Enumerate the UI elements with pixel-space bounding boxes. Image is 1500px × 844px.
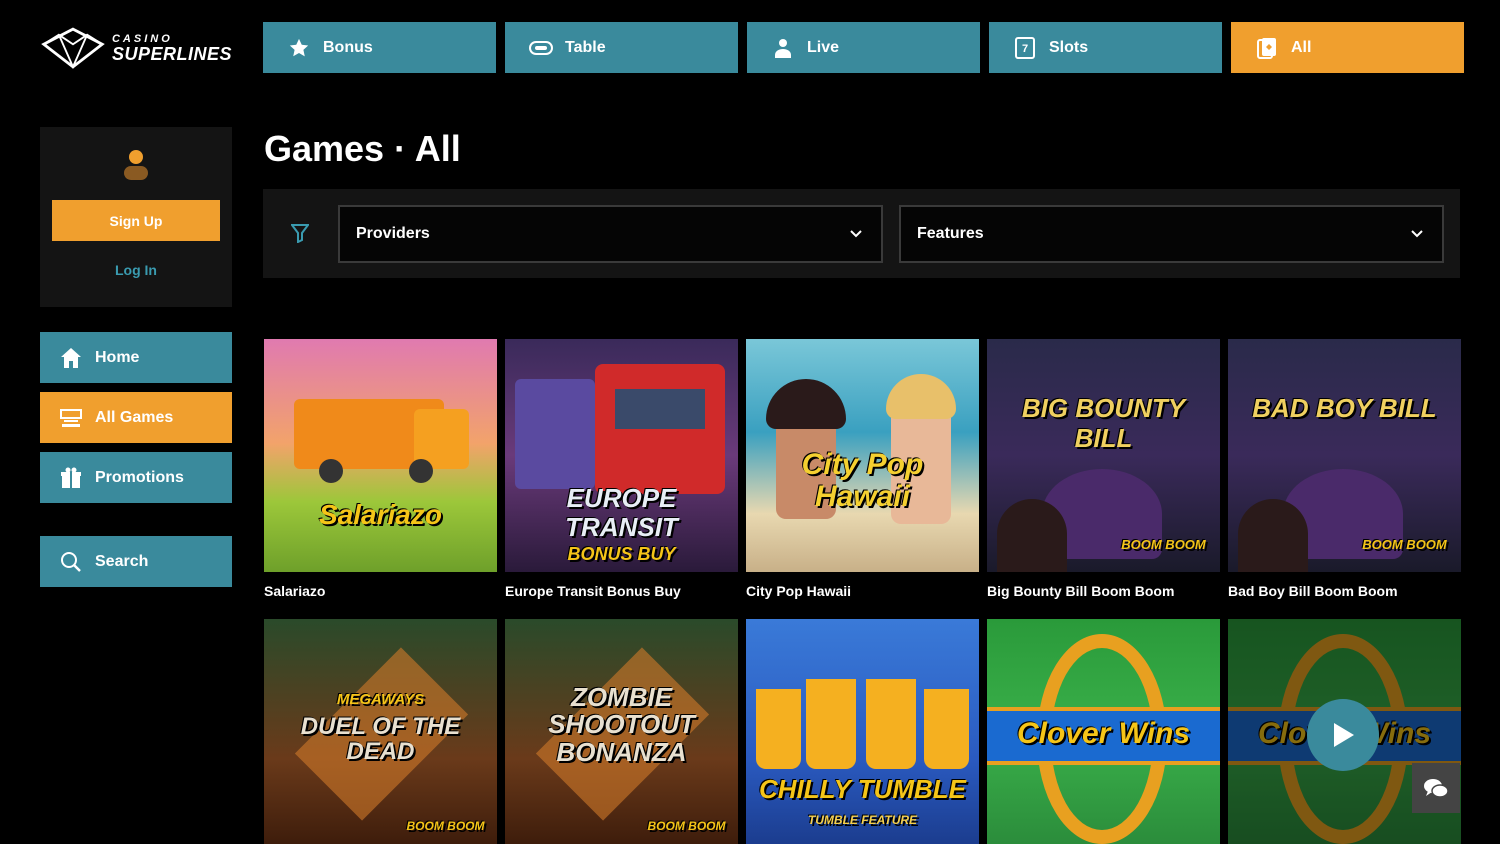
game-art-title: Salariazo	[319, 499, 442, 530]
play-button[interactable]	[1307, 699, 1379, 771]
tab-all-label: All	[1291, 38, 1312, 56]
tab-table[interactable]: Table	[505, 22, 738, 73]
game-art-subtitle: MEGAWAYS	[336, 691, 425, 708]
game-art-title: CHILLY TUMBLE	[758, 774, 967, 804]
logo-text-superlines: SUPERLINES	[111, 43, 232, 64]
game-art-title: EUROPE TRANSIT	[565, 483, 678, 542]
sidebar-item-home[interactable]: Home	[40, 332, 232, 383]
tab-table-label: Table	[565, 38, 606, 56]
chat-icon	[1424, 779, 1449, 798]
sign-up-button[interactable]: Sign Up	[52, 200, 220, 241]
tab-all[interactable]: All	[1231, 22, 1464, 73]
game-name: Big Bounty Bill Boom Boom	[987, 583, 1175, 599]
game-art-title: DUEL OF THE DEAD	[300, 713, 461, 766]
logo-text-casino: CASINO	[111, 32, 173, 45]
game-name: Salariazo	[264, 583, 326, 599]
game-art-title: ZOMBIE SHOOTOUT BONANZA	[548, 682, 695, 767]
games-icon	[58, 405, 84, 431]
game-thumbnail[interactable]: ZOMBIE SHOOTOUT BONANZA BOOM BOOM	[505, 619, 738, 844]
sidebar-item-search-label: Search	[95, 552, 149, 570]
casino-logo[interactable]: CASINO SUPERLINES	[40, 24, 232, 72]
top-category-nav: Bonus Table Live 7 Slots All	[263, 22, 1464, 73]
game-thumbnail[interactable]: City Pop Hawaii	[746, 339, 979, 572]
sidebar-item-home-label: Home	[95, 348, 140, 366]
tab-bonus[interactable]: Bonus	[263, 22, 496, 73]
sidebar-item-all-games[interactable]: All Games	[40, 392, 232, 443]
user-avatar-icon	[124, 150, 148, 180]
tab-live[interactable]: Live	[747, 22, 980, 73]
game-card-city-pop-hawaii[interactable]: City Pop Hawaii City Pop Hawaii	[746, 339, 979, 599]
game-thumbnail[interactable]: MEGAWAYS DUEL OF THE DEAD BOOM BOOM	[264, 619, 497, 844]
game-art-badge: BOOM BOOM	[1362, 537, 1447, 552]
diamond-logo-icon	[41, 27, 105, 70]
game-name: Europe Transit Bonus Buy	[505, 583, 681, 599]
game-art-title: Clover Wins	[1016, 717, 1191, 750]
game-thumbnail[interactable]: BIG BOUNTY BILL BOOM BOOM	[987, 339, 1220, 572]
game-thumbnail[interactable]: Clover Wins	[987, 619, 1220, 844]
game-art-badge: BOOM BOOM	[406, 819, 485, 833]
page-title: Games · All	[264, 128, 461, 169]
game-art-badge: BOOM BOOM	[1121, 537, 1206, 552]
providers-dropdown-label: Providers	[356, 225, 430, 242]
tab-slots-label: Slots	[1049, 38, 1089, 56]
game-art-title: BIG BOUNTY BILL	[1021, 393, 1186, 453]
game-thumbnail[interactable]: BAD BOY BILL BOOM BOOM	[1228, 339, 1461, 572]
game-name: Bad Boy Bill Boom Boom	[1228, 583, 1398, 599]
slot-icon: 7	[1013, 36, 1037, 60]
game-thumbnail[interactable]: EUROPE TRANSIT BONUS BUY	[505, 339, 738, 572]
chat-button[interactable]	[1412, 763, 1460, 813]
gift-icon	[58, 465, 84, 491]
game-art-badge: BOOM BOOM	[647, 819, 726, 833]
game-thumbnail[interactable]: CHILLY TUMBLE TUMBLE FEATURE	[746, 619, 979, 844]
game-card-duel-of-the-dead[interactable]: MEGAWAYS DUEL OF THE DEAD BOOM BOOM	[264, 619, 497, 844]
game-card-bad-boy-bill[interactable]: BAD BOY BILL BOOM BOOM Bad Boy Bill Boom…	[1228, 339, 1461, 599]
game-art-subtitle: BONUS BUY	[567, 544, 676, 564]
log-in-link[interactable]: Log In	[40, 262, 232, 278]
game-name: City Pop Hawaii	[746, 583, 852, 599]
home-icon	[58, 345, 84, 371]
game-card-chilly-tumble[interactable]: CHILLY TUMBLE TUMBLE FEATURE	[746, 619, 979, 844]
play-icon	[1334, 723, 1354, 747]
game-art-title: BAD BOY BILL	[1252, 393, 1437, 423]
tab-bonus-label: Bonus	[323, 38, 373, 56]
chip-icon	[529, 36, 553, 60]
dealer-icon	[771, 36, 795, 60]
star-icon	[287, 36, 311, 60]
game-art-subtitle: TUMBLE FEATURE	[807, 813, 918, 827]
game-card-big-bounty-bill[interactable]: BIG BOUNTY BILL BOOM BOOM Big Bounty Bil…	[987, 339, 1220, 599]
game-card-salariazo[interactable]: Salariazo Salariazo	[264, 339, 497, 599]
providers-dropdown[interactable]: Providers	[338, 205, 883, 263]
search-icon	[58, 549, 84, 575]
svg-text:7: 7	[1022, 43, 1028, 55]
game-card-europe-transit[interactable]: EUROPE TRANSIT BONUS BUY Europe Transit …	[505, 339, 738, 599]
chevron-down-icon	[1411, 230, 1423, 238]
filter-bar: Providers Features	[263, 189, 1460, 278]
sidebar-item-promotions-label: Promotions	[95, 468, 184, 486]
game-thumbnail[interactable]: Salariazo	[264, 339, 497, 572]
sidebar-item-search[interactable]: Search	[40, 536, 232, 587]
filter-icon[interactable]	[291, 223, 309, 243]
features-dropdown-label: Features	[917, 225, 984, 242]
game-card-clover-wins[interactable]: Clover Wins	[987, 619, 1220, 844]
game-card-zombie-shootout-bonanza[interactable]: ZOMBIE SHOOTOUT BONANZA BOOM BOOM	[505, 619, 738, 844]
chevron-down-icon	[850, 230, 862, 238]
features-dropdown[interactable]: Features	[899, 205, 1444, 263]
sidebar-item-promotions[interactable]: Promotions	[40, 452, 232, 503]
tab-slots[interactable]: 7 Slots	[989, 22, 1222, 73]
game-art-title: City Pop Hawaii	[801, 448, 924, 513]
sidebar-item-all-games-label: All Games	[95, 408, 174, 426]
cards-icon	[1255, 36, 1279, 60]
tab-live-label: Live	[807, 38, 840, 56]
account-panel: Sign Up Log In	[40, 127, 232, 307]
